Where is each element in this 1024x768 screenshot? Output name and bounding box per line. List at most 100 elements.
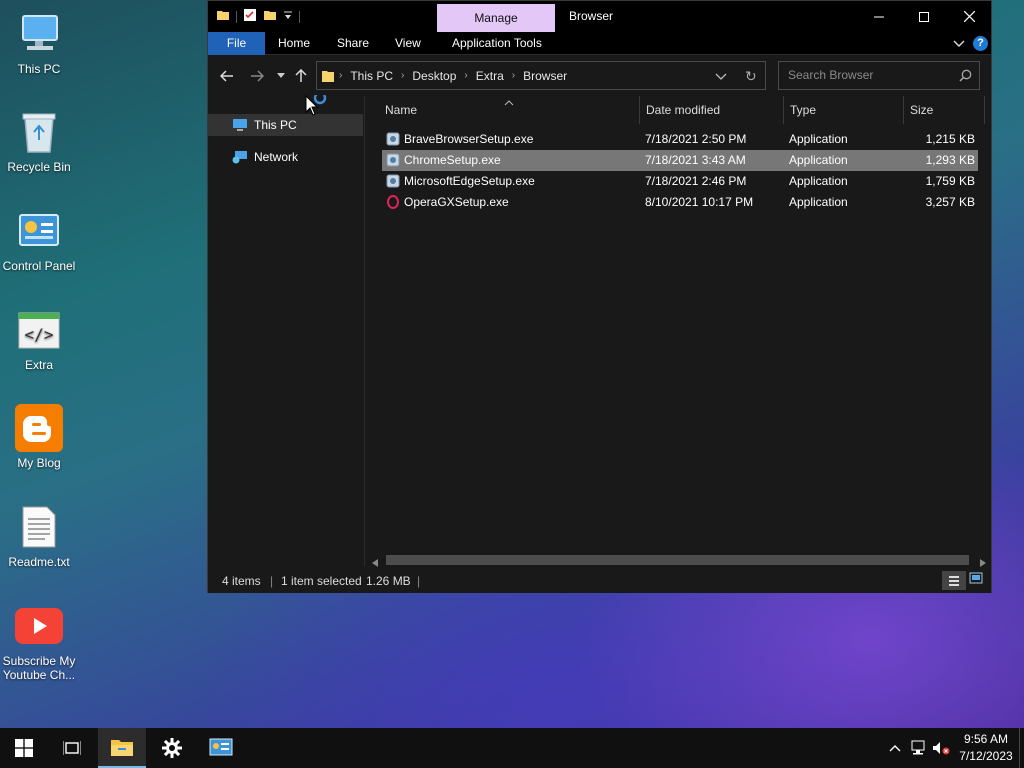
desktop-icon-recycle-bin[interactable]: Recycle Bin <box>0 108 78 174</box>
file-type: Application <box>789 132 848 146</box>
file-row-chrome[interactable]: ChromeSetup.exe 7/18/2021 3:43 AM Applic… <box>382 150 978 171</box>
quick-access-toolbar <box>216 8 300 25</box>
file-name: OperaGXSetup.exe <box>404 195 509 209</box>
folder-icon[interactable] <box>216 8 230 25</box>
ribbon-tabs: File Home Share View Application Tools ? <box>208 32 991 55</box>
taskbar-file-explorer[interactable] <box>98 728 146 768</box>
file-date: 7/18/2021 3:43 AM <box>645 153 746 167</box>
nav-item-label: This PC <box>254 118 297 132</box>
folder-icon <box>321 69 335 83</box>
breadcrumb-separator: › <box>511 70 516 81</box>
task-view-icon <box>63 741 81 755</box>
refresh-icon[interactable]: ↻ <box>745 68 757 85</box>
details-view-button[interactable] <box>942 571 966 590</box>
help-icon[interactable]: ? <box>973 36 988 51</box>
address-bar[interactable]: › This PC › Desktop › Extra › Browser ↻ <box>316 61 766 90</box>
file-size: 1,759 KB <box>925 174 975 188</box>
up-arrow-icon[interactable] <box>290 65 312 87</box>
large-icons-view-button[interactable] <box>969 572 983 588</box>
network-icon <box>232 150 248 164</box>
desktop-icon-label: Readme.txt <box>8 555 70 569</box>
text-file-icon <box>15 503 63 551</box>
control-panel-icon <box>209 738 233 756</box>
desktop-icon-control-panel[interactable]: Control Panel <box>0 207 78 273</box>
file-row-opera-gx[interactable]: OperaGXSetup.exe 8/10/2021 10:17 PM Appl… <box>382 192 978 213</box>
properties-icon[interactable] <box>243 8 257 25</box>
address-dropdown-icon[interactable] <box>715 71 727 85</box>
desktop-icon-label: Recycle Bin <box>7 160 71 174</box>
computer-icon <box>232 118 248 132</box>
back-arrow-icon[interactable] <box>216 65 238 87</box>
toolbar-separator <box>299 10 300 23</box>
column-header-size[interactable]: Size <box>904 96 985 124</box>
breadcrumb-separator: › <box>339 70 343 81</box>
system-clock[interactable]: 9:56 AM 7/12/2023 <box>952 731 1020 765</box>
forward-arrow-icon[interactable] <box>246 65 268 87</box>
breadcrumb-desktop[interactable]: Desktop <box>408 69 460 83</box>
desktop-icon-label: My Blog <box>17 456 61 470</box>
customize-qat-icon[interactable] <box>283 9 293 24</box>
file-explorer-icon <box>111 740 133 756</box>
breadcrumb-this-pc[interactable]: This PC <box>346 69 397 83</box>
breadcrumb-separator: › <box>464 70 468 81</box>
horizontal-scrollbar[interactable] <box>366 552 991 568</box>
expand-ribbon-icon[interactable] <box>953 38 965 52</box>
new-folder-icon[interactable] <box>263 8 277 25</box>
maximize-button[interactable] <box>901 1 947 32</box>
scrollbar-thumb[interactable] <box>386 555 969 565</box>
taskbar-settings[interactable] <box>148 728 196 768</box>
close-button[interactable] <box>946 1 992 32</box>
file-size: 1,215 KB <box>925 132 975 146</box>
breadcrumb-extra[interactable]: Extra <box>472 69 508 83</box>
status-separator: | <box>417 574 421 588</box>
tab-view[interactable]: View <box>385 32 431 55</box>
search-icon <box>959 69 972 85</box>
recycle-bin-icon <box>15 108 63 156</box>
manage-tab[interactable]: Manage <box>437 4 555 32</box>
column-header-date[interactable]: Date modified <box>640 96 784 124</box>
file-name: ChromeSetup.exe <box>404 153 501 167</box>
breadcrumb-browser[interactable]: Browser <box>519 69 571 83</box>
windows-logo-icon <box>15 739 33 757</box>
recent-locations-icon[interactable] <box>270 65 292 87</box>
start-button[interactable] <box>0 728 48 768</box>
search-input[interactable]: Search Browser <box>778 61 980 90</box>
mouse-cursor-icon <box>305 91 331 120</box>
nav-item-label: Network <box>254 150 299 164</box>
desktop-icon-this-pc[interactable]: This PC <box>0 10 78 76</box>
status-item-count: 4 items <box>222 574 261 588</box>
minimize-button[interactable] <box>856 1 902 32</box>
desktop-icon-readme[interactable]: Readme.txt <box>0 503 78 569</box>
show-desktop-button[interactable] <box>1019 728 1024 768</box>
status-bar: 4 items | 1 item selected 1.26 MB | <box>208 568 991 593</box>
network-status-icon[interactable] <box>906 728 930 768</box>
file-row-edge[interactable]: MicrosoftEdgeSetup.exe 7/18/2021 2:46 PM… <box>382 171 978 192</box>
file-size: 3,257 KB <box>925 195 975 209</box>
desktop-icon-label: Control Panel <box>2 259 76 273</box>
task-view-button[interactable] <box>48 728 96 768</box>
desktop-icon-youtube[interactable]: Subscribe My Youtube Ch... <box>0 602 78 682</box>
desktop-icon-my-blog[interactable]: My Blog <box>0 404 78 470</box>
show-hidden-icons-button[interactable] <box>884 728 906 768</box>
file-row-brave[interactable]: BraveBrowserSetup.exe 7/18/2021 2:50 PM … <box>382 129 978 150</box>
window-title: Browser <box>569 9 614 23</box>
column-header-name[interactable]: Name <box>379 96 640 124</box>
file-type: Application <box>789 174 848 188</box>
file-type: Application <box>789 153 848 167</box>
clock-time: 9:56 AM <box>963 732 1009 746</box>
clock-date: 7/12/2023 <box>959 749 1013 763</box>
tab-file[interactable]: File <box>208 32 265 55</box>
tab-application-tools[interactable]: Application Tools <box>442 32 552 55</box>
status-separator: | <box>270 574 274 588</box>
volume-muted-icon[interactable] <box>930 728 952 768</box>
tab-share[interactable]: Share <box>327 32 379 55</box>
column-header-type[interactable]: Type <box>784 96 904 124</box>
toolbar-separator <box>236 10 237 23</box>
computer-icon <box>15 10 63 58</box>
nav-item-this-pc[interactable]: This PC <box>208 114 363 136</box>
taskbar-control-panel[interactable] <box>197 728 245 768</box>
desktop-icon-extra[interactable]: </> Extra <box>0 306 78 372</box>
nav-item-network[interactable]: Network <box>208 146 363 168</box>
tab-home[interactable]: Home <box>268 32 320 55</box>
file-date: 7/18/2021 2:46 PM <box>645 174 747 188</box>
